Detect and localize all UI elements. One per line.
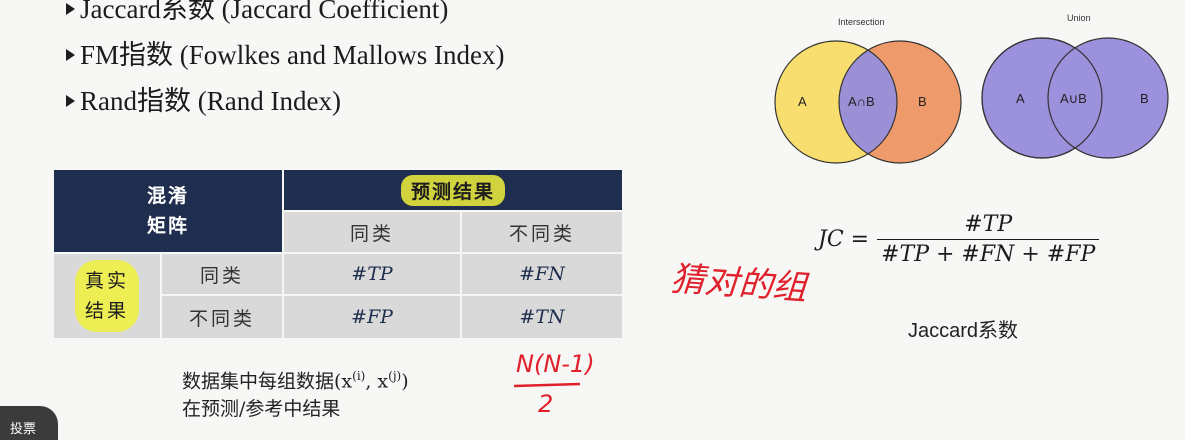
caption-line-1: 数据集中每组数据(x(i), x(j)) xyxy=(182,369,409,393)
venn-diagrams: A A∩B B Intersection A A∪B B Union xyxy=(774,13,1169,164)
cell-fp: #FP xyxy=(282,294,462,340)
caption-line-2: 在预测/参考中结果 xyxy=(182,398,341,421)
actual-header: 真实 结果 xyxy=(52,252,162,340)
handwritten-fraction-bar xyxy=(513,382,581,388)
bullet-jaccard: Jaccard系数 (Jaccard Coefficient) xyxy=(64,0,504,32)
actual-header-label: 真实 结果 xyxy=(74,260,139,332)
handwritten-note-numerator: N(N-1) xyxy=(516,350,595,378)
venn-label-a-and-b: A∩B xyxy=(848,94,875,109)
formula-fraction: #TP #TP + #FN + #FP xyxy=(877,212,1100,267)
venn-union-title: Union xyxy=(1067,13,1091,23)
handwritten-annotations: 猜对的组 N(N-1) 2 xyxy=(513,259,811,418)
formula-denominator: #TP + #FN + #FP xyxy=(877,239,1100,267)
venn-label-a-or-b: A∪B xyxy=(1060,91,1087,106)
handwritten-note-correct-pairs: 猜对的组 xyxy=(669,259,810,309)
vote-button[interactable]: 投票 xyxy=(0,406,58,440)
bullet-fm: FM指数 (Fowlkes and Mallows Index) xyxy=(64,32,504,78)
venn-label-b1: B xyxy=(918,94,927,109)
matrix-corner-label: 混淆 矩阵 xyxy=(52,168,284,254)
jaccard-label: Jaccard系数 xyxy=(908,320,1019,342)
cell-tp: #TP xyxy=(282,252,462,296)
bullet-list: Jaccard系数 (Jaccard Coefficient) FM指数 (Fo… xyxy=(64,0,504,124)
venn-intersection-title: Intersection xyxy=(838,17,885,27)
handwritten-note-denominator: 2 xyxy=(538,390,553,418)
formula-numerator: #TP xyxy=(964,212,1013,237)
row-diff-header: 不同类 xyxy=(160,294,284,340)
row-same-header: 同类 xyxy=(160,252,284,296)
bullet-rand: Rand指数 (Rand Index) xyxy=(64,78,504,124)
pred-same-header: 同类 xyxy=(282,210,462,254)
venn-label-b2: B xyxy=(1140,91,1149,106)
table-caption: 数据集中每组数据(x(i), x(j)) 在预测/参考中结果 xyxy=(182,362,409,423)
venn-label-a1: A xyxy=(798,94,807,109)
predicted-header-label: 预测结果 xyxy=(400,174,505,206)
venn-label-a2: A xyxy=(1016,91,1025,106)
predicted-header: 预测结果 xyxy=(282,168,624,212)
